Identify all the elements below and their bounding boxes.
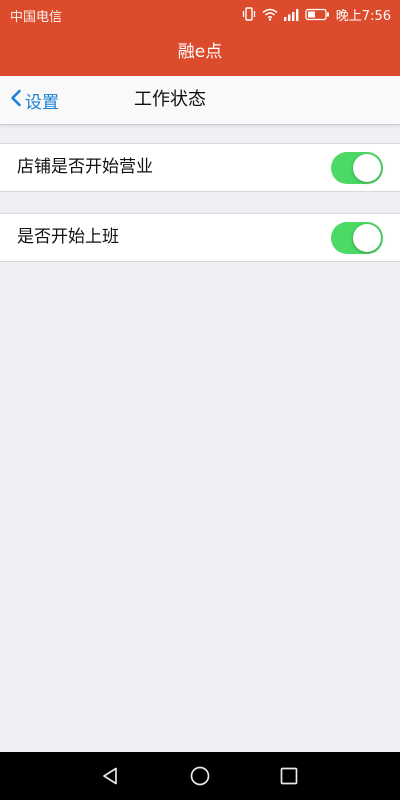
system-nav-bar xyxy=(0,752,400,800)
app-title: 融e点 xyxy=(177,42,223,62)
toggle-knob xyxy=(353,224,381,252)
nav-bar: 设置 工作状态 xyxy=(0,76,400,125)
on-duty-toggle[interactable] xyxy=(331,222,383,254)
vibrate-icon xyxy=(241,7,257,21)
carrier-label: 中国电信 xyxy=(10,10,63,25)
app-header: 融e点 xyxy=(0,28,400,76)
wifi-icon xyxy=(262,8,278,21)
recents-square-icon[interactable] xyxy=(277,764,301,788)
status-bar: 中国电信 晚上7:56 xyxy=(0,0,400,28)
clock-time: 晚上7:56 xyxy=(335,8,391,24)
toggle-knob xyxy=(353,154,381,182)
battery-icon xyxy=(305,8,330,21)
settings-row-on-duty: 是否开始上班 xyxy=(0,213,400,262)
store-open-toggle[interactable] xyxy=(331,152,383,184)
page-title: 工作状态 xyxy=(134,89,206,110)
home-circle-icon[interactable] xyxy=(188,764,212,788)
on-duty-label: 是否开始上班 xyxy=(17,227,119,247)
status-icons: 晚上7:56 xyxy=(241,5,391,24)
back-triangle-icon[interactable] xyxy=(99,764,123,788)
signal-icon xyxy=(283,8,300,21)
settings-row-store-open: 店铺是否开始营业 xyxy=(0,143,400,192)
store-open-label: 店铺是否开始营业 xyxy=(17,157,153,177)
